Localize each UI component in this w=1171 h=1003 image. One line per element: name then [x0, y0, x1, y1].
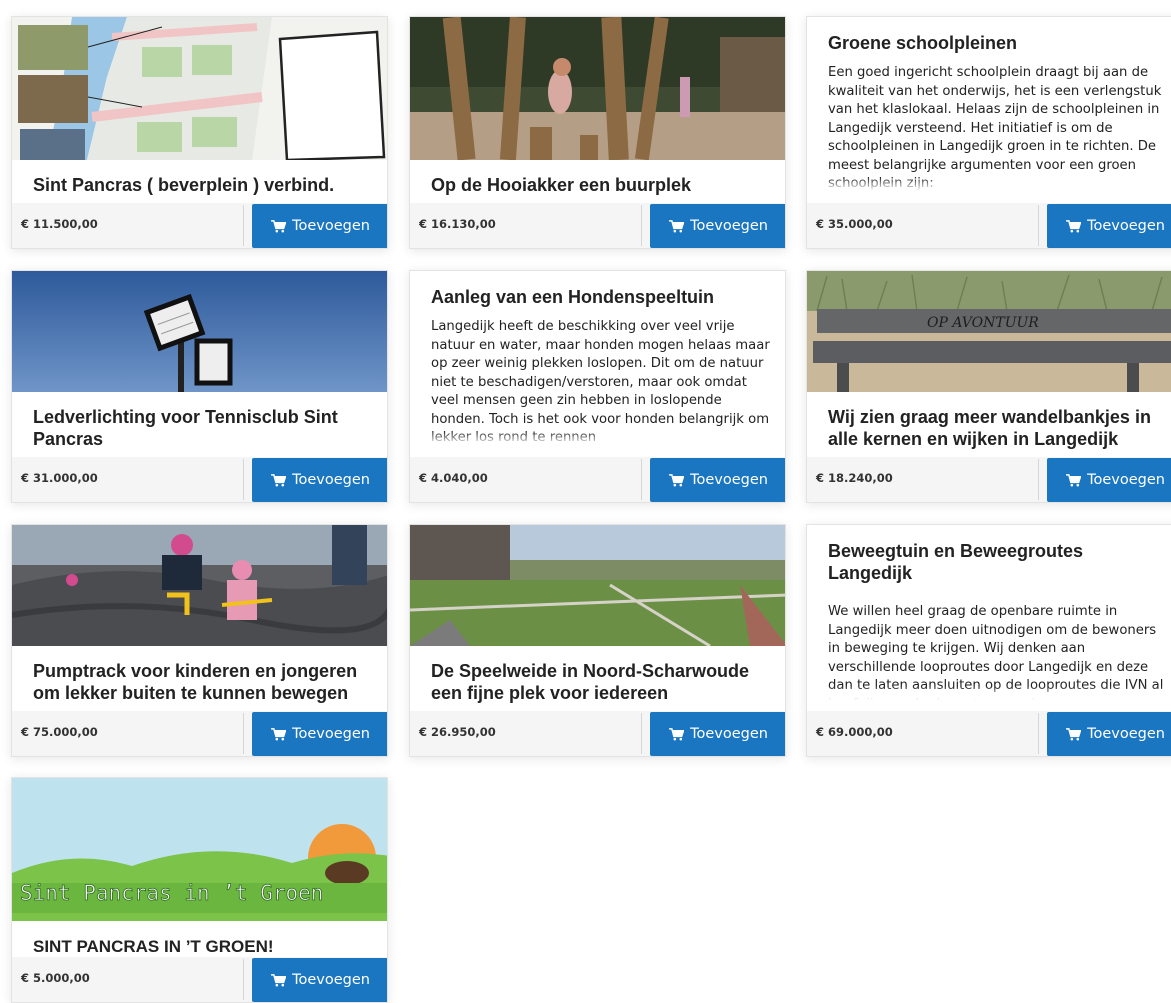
- add-to-cart-button[interactable]: Toevoegen: [1047, 204, 1171, 248]
- project-price: € 35.000,00: [816, 217, 893, 231]
- cart-icon: [271, 474, 286, 487]
- add-to-cart-button[interactable]: Toevoegen: [252, 712, 387, 756]
- add-to-cart-button[interactable]: Toevoegen: [252, 958, 387, 1002]
- divider: [641, 205, 642, 246]
- project-title: Beweegtuin en Beweegroutes Langedijk: [828, 541, 1084, 583]
- button-label: Toevoegen: [1087, 472, 1165, 488]
- project-title: Op de Hooiakker een buurplek: [431, 175, 692, 195]
- add-to-cart-button[interactable]: Toevoegen: [252, 458, 387, 502]
- project-title: Aanleg van een Hondenspeeltuin: [431, 287, 715, 307]
- button-label: Toevoegen: [1087, 218, 1165, 234]
- project-price: € 75.000,00: [21, 725, 98, 739]
- card-footer: € 4.040,00 Toevoegen: [410, 457, 785, 502]
- card-footer: € 18.240,00 Toevoegen: [807, 457, 1171, 502]
- divider: [641, 713, 642, 754]
- project-price: € 11.500,00: [21, 217, 98, 231]
- project-title: Ledverlichting voor Tennisclub Sint Panc…: [33, 407, 338, 449]
- bench-engraving: OP AVONTUUR: [927, 315, 1039, 331]
- project-card: Aanleg van een Hondenspeeltuin Langedijk…: [409, 270, 786, 503]
- divider: [243, 959, 244, 1000]
- card-footer: € 75.000,00 Toevoegen: [12, 711, 387, 756]
- cart-icon: [669, 474, 684, 487]
- project-image-pumptrack[interactable]: [12, 525, 387, 668]
- project-card: Sint Pancras in ’t Groen SINT PANCRAS IN…: [11, 777, 388, 1003]
- divider: [641, 459, 642, 500]
- divider: [243, 713, 244, 754]
- button-label: Toevoegen: [292, 218, 370, 234]
- add-to-cart-button[interactable]: Toevoegen: [1047, 458, 1171, 502]
- project-image-playground[interactable]: [410, 17, 785, 160]
- project-title: De Speelweide in Noord-Scharwoude een fi…: [431, 661, 750, 703]
- card-footer: € 11.500,00 Toevoegen: [12, 203, 387, 248]
- project-price: € 31.000,00: [21, 471, 98, 485]
- project-card: OP AVONTUUR Wij zien graag meer wandelba…: [806, 270, 1171, 503]
- project-title: SINT PANCRAS IN ’T GROEN!: [33, 937, 274, 956]
- project-image-speelweide[interactable]: [410, 525, 785, 668]
- button-label: Toevoegen: [292, 972, 370, 988]
- project-price: € 69.000,00: [816, 725, 893, 739]
- project-card: Pumptrack voor kinderen en jongeren om l…: [11, 524, 388, 757]
- cart-icon: [1066, 728, 1081, 741]
- cart-icon: [1066, 220, 1081, 233]
- project-card: Beweegtuin en Beweegroutes Langedijk We …: [806, 524, 1171, 757]
- button-label: Toevoegen: [1087, 726, 1165, 742]
- divider: [1038, 713, 1039, 754]
- banner-text: Sint Pancras in ’t Groen: [20, 881, 323, 905]
- add-to-cart-button[interactable]: Toevoegen: [650, 204, 785, 248]
- card-footer: € 35.000,00 Toevoegen: [807, 203, 1171, 248]
- add-to-cart-button[interactable]: Toevoegen: [650, 712, 785, 756]
- project-image-led-lights[interactable]: [12, 271, 387, 414]
- project-price: € 4.040,00: [419, 471, 488, 485]
- project-image-map[interactable]: [12, 17, 387, 160]
- cart-icon: [1066, 474, 1081, 487]
- project-description: We willen heel graag de openbare ruimte …: [828, 603, 1168, 700]
- project-title: Pumptrack voor kinderen en jongeren om l…: [33, 661, 358, 703]
- divider: [1038, 205, 1039, 246]
- card-footer: € 26.950,00 Toevoegen: [410, 711, 785, 756]
- project-card: Sint Pancras ( beverplein ) verbind. € 1…: [11, 16, 388, 249]
- cart-icon: [669, 728, 684, 741]
- project-price: € 16.130,00: [419, 217, 496, 231]
- card-footer: € 5.000,00 Toevoegen: [12, 957, 387, 1002]
- project-card: Op de Hooiakker een buurplek € 16.130,00…: [409, 16, 786, 249]
- project-card: Ledverlichting voor Tennisclub Sint Panc…: [11, 270, 388, 503]
- project-image-banner[interactable]: Sint Pancras in ’t Groen: [12, 778, 387, 921]
- button-label: Toevoegen: [292, 726, 370, 742]
- add-to-cart-button[interactable]: Toevoegen: [252, 204, 387, 248]
- add-to-cart-button[interactable]: Toevoegen: [650, 458, 785, 502]
- add-to-cart-button[interactable]: Toevoegen: [1047, 712, 1171, 756]
- button-label: Toevoegen: [690, 726, 768, 742]
- divider: [243, 459, 244, 500]
- card-footer: € 31.000,00 Toevoegen: [12, 457, 387, 502]
- cart-icon: [669, 220, 684, 233]
- project-description: Langedijk heeft de beschikking over veel…: [431, 319, 771, 445]
- cart-icon: [271, 974, 286, 987]
- project-title: Groene schoolpleinen: [828, 33, 1018, 53]
- button-label: Toevoegen: [690, 472, 768, 488]
- card-footer: € 16.130,00 Toevoegen: [410, 203, 785, 248]
- card-footer: € 69.000,00 Toevoegen: [807, 711, 1171, 756]
- project-description: Een goed ingericht schoolplein draagt bi…: [828, 64, 1168, 191]
- button-label: Toevoegen: [690, 218, 768, 234]
- project-card: Groene schoolpleinen Een goed ingericht …: [806, 16, 1171, 249]
- cart-icon: [271, 220, 286, 233]
- divider: [1038, 459, 1039, 500]
- project-price: € 18.240,00: [816, 471, 893, 485]
- project-title: Sint Pancras ( beverplein ) verbind.: [33, 175, 335, 195]
- project-price: € 5.000,00: [21, 971, 90, 985]
- project-image-bench[interactable]: OP AVONTUUR: [807, 271, 1171, 414]
- button-label: Toevoegen: [292, 472, 370, 488]
- project-title: Wij zien graag meer wandelbankjes in all…: [828, 407, 1151, 449]
- project-price: € 26.950,00: [419, 725, 496, 739]
- divider: [243, 205, 244, 246]
- project-card: De Speelweide in Noord-Scharwoude een fi…: [409, 524, 786, 757]
- cart-icon: [271, 728, 286, 741]
